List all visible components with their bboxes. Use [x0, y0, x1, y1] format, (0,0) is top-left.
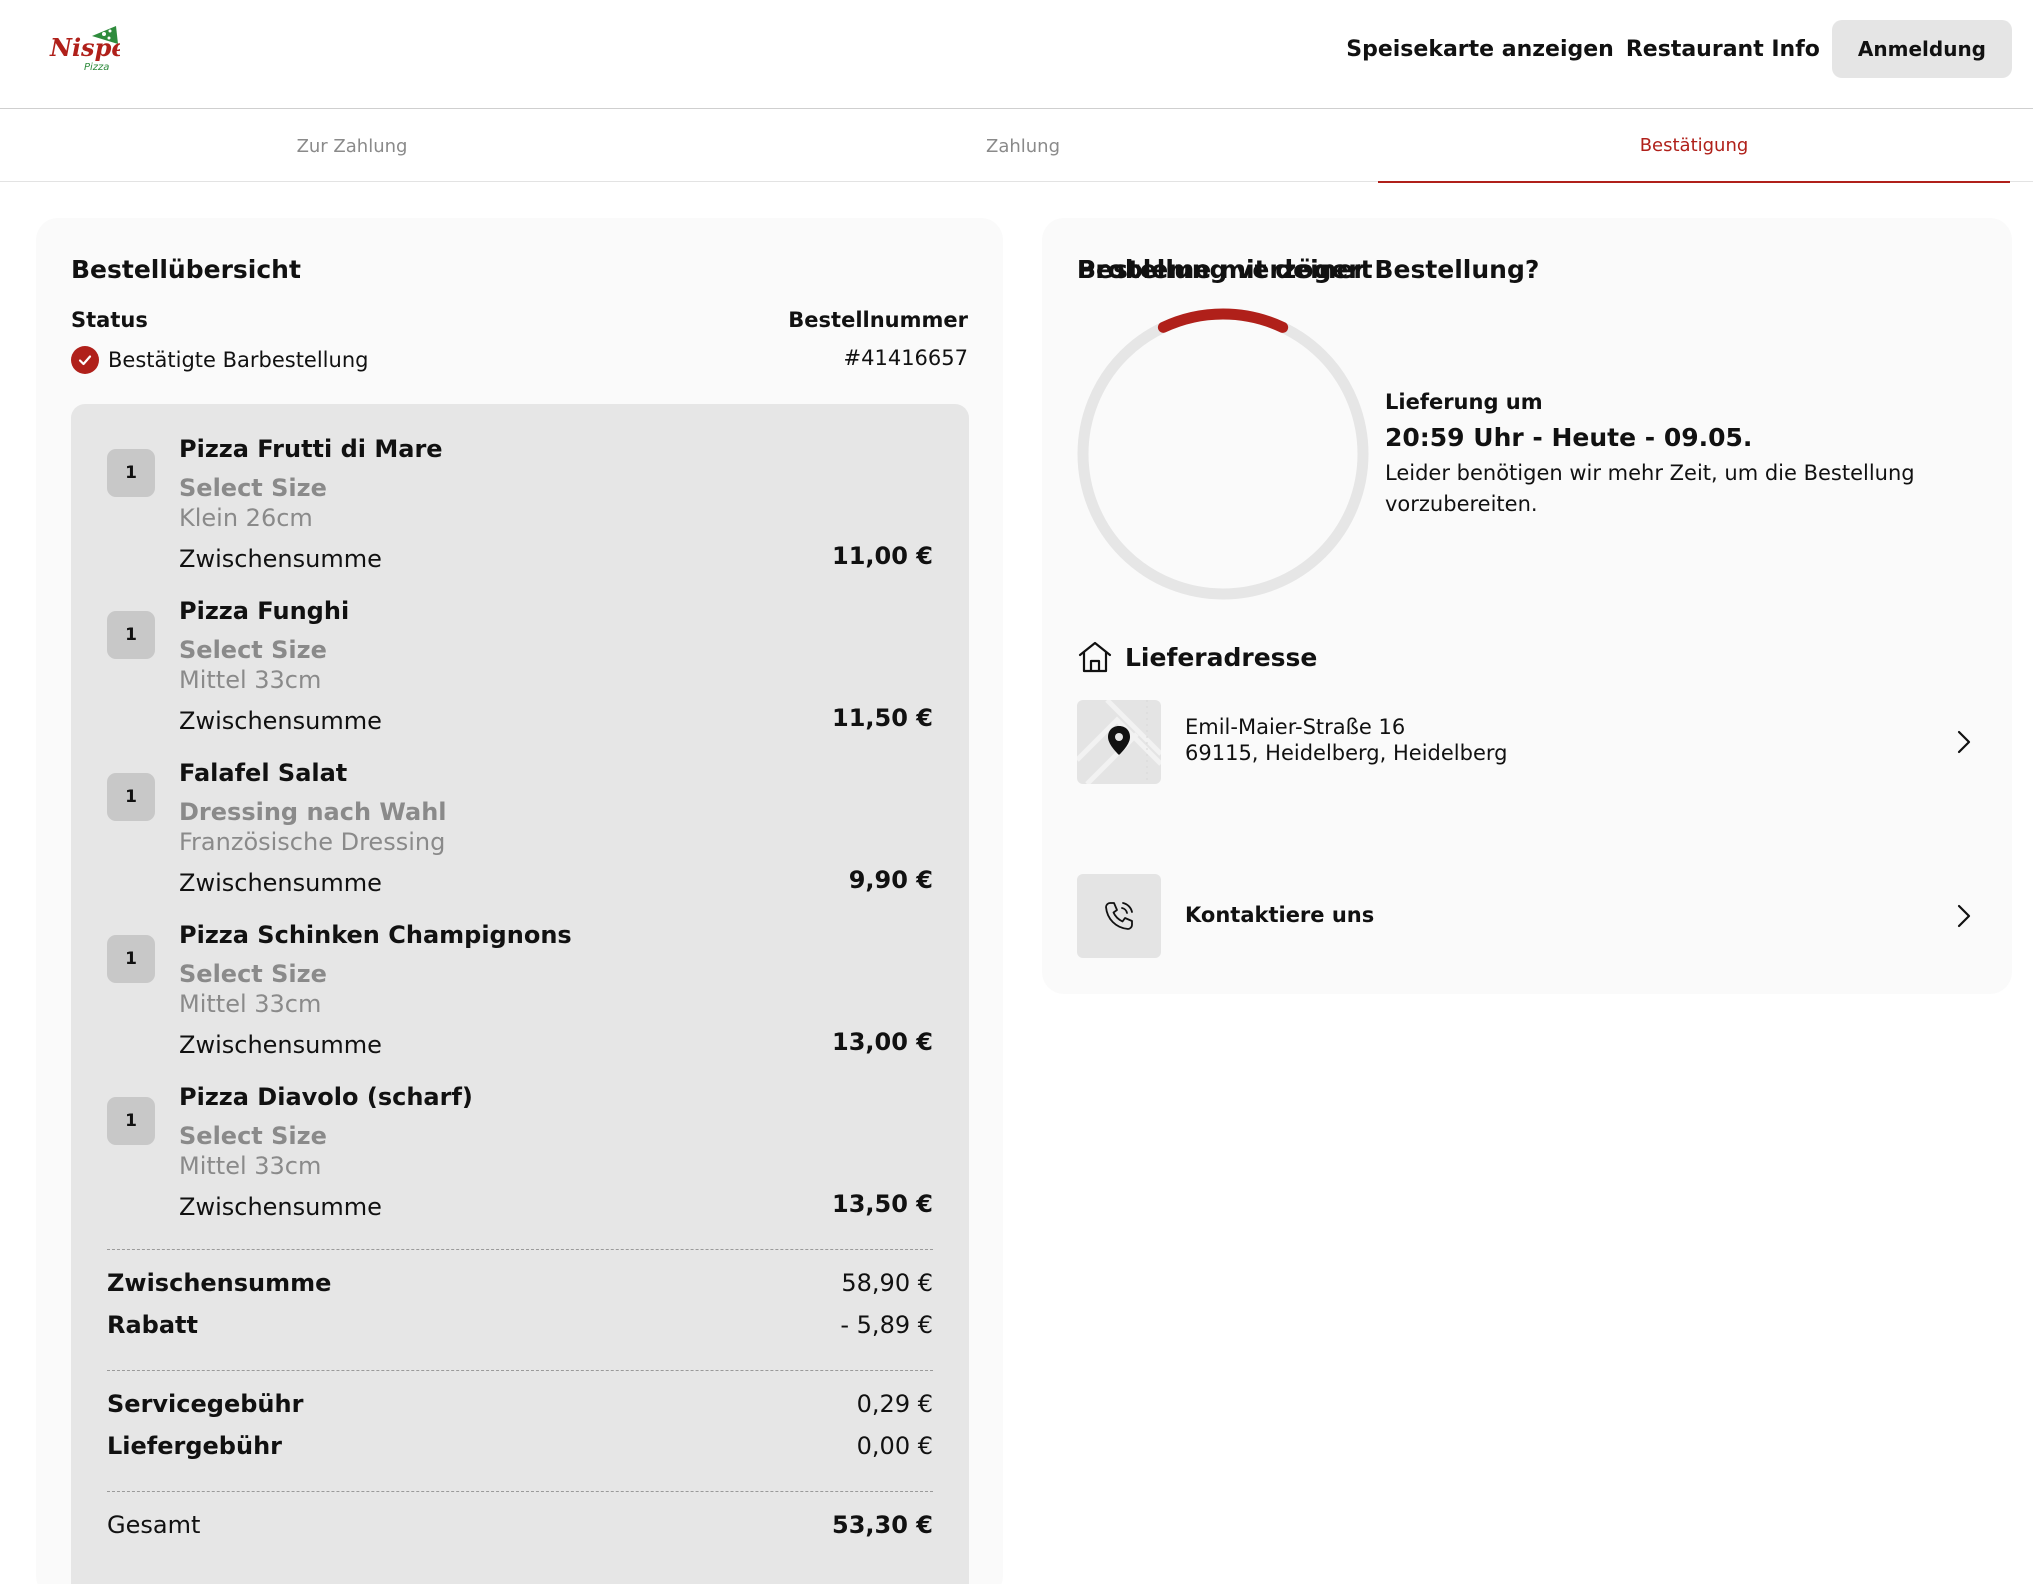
divider	[107, 1249, 933, 1250]
summary-discount-value: - 5,89 €	[840, 1311, 933, 1339]
item-subtotal: 11,00 €	[832, 542, 933, 570]
order-overview-card: Bestellübersicht Status Bestellnummer Be…	[36, 218, 1003, 1584]
item-quantity: 1	[107, 773, 155, 821]
item-quantity: 1	[107, 449, 155, 497]
summary-total-row: Gesamt 53,30 €	[107, 1511, 933, 1547]
location-pin-icon	[1108, 726, 1130, 755]
nav-restaurant-info-link[interactable]: Restaurant Info	[1626, 37, 1820, 62]
address-city: 69115, Heidelberg, Heidelberg	[1185, 741, 1508, 765]
order-item: 1 Pizza Schinken Champignons Select Size…	[107, 921, 933, 1071]
item-option-value: Mittel 33cm	[179, 1152, 322, 1180]
address-title: Lieferadresse	[1125, 642, 1318, 672]
delivery-time-value: 20:59 Uhr - Heute - 09.05.	[1385, 423, 1753, 452]
order-overview-title: Bestellübersicht	[71, 255, 301, 284]
item-subtotal: 13,00 €	[832, 1028, 933, 1056]
item-name: Pizza Schinken Champignons	[179, 921, 572, 949]
delivery-progress-ring	[1077, 308, 1369, 600]
item-subtotal-label: Zwischensumme	[179, 545, 382, 573]
item-option-value: Mittel 33cm	[179, 666, 322, 694]
svg-text:Pizza: Pizza	[84, 62, 109, 73]
status-label: Status	[71, 308, 148, 332]
summary-delivery-row: Liefergebühr 0,00 €	[107, 1432, 933, 1468]
phone-icon	[1105, 902, 1133, 930]
order-number: #41416657	[843, 346, 968, 370]
item-subtotal-label: Zwischensumme	[179, 1031, 382, 1059]
item-quantity: 1	[107, 611, 155, 659]
summary-delivery-label: Liefergebühr	[107, 1432, 282, 1460]
item-quantity: 1	[107, 935, 155, 983]
checkout-steps: Zur Zahlung Zahlung Bestätigung	[0, 110, 2033, 183]
step-confirmation[interactable]: Bestätigung	[1378, 110, 2010, 183]
divider	[107, 1370, 933, 1371]
item-subtotal-label: Zwischensumme	[179, 707, 382, 735]
order-item: 1 Falafel Salat Dressing nach Wahl Franz…	[107, 759, 933, 909]
item-option-value: Mittel 33cm	[179, 990, 322, 1018]
summary-subtotal-value: 58,90 €	[841, 1269, 933, 1297]
order-item: 1 Pizza Diavolo (scharf) Select Size Mit…	[107, 1083, 933, 1233]
home-icon	[1078, 641, 1112, 673]
summary-subtotal-row: Zwischensumme 58,90 €	[107, 1269, 933, 1305]
order-problem-title: Probleme mit deiner Bestellung?	[1077, 255, 1540, 284]
summary-service-row: Servicegebühr 0,29 €	[107, 1390, 933, 1426]
svg-text:Nispet: Nispet	[49, 33, 120, 62]
map-thumbnail[interactable]	[1077, 700, 1161, 784]
summary-total-label: Gesamt	[107, 1511, 201, 1539]
phone-icon-box[interactable]	[1077, 874, 1161, 958]
divider	[107, 1491, 933, 1492]
item-name: Pizza Frutti di Mare	[179, 435, 443, 463]
delivery-delay-note: Leider benötigen wir mehr Zeit, um die B…	[1385, 461, 1915, 516]
step-payment[interactable]: Zahlung	[707, 110, 1339, 182]
status-text: Bestätigte Barbestellung	[108, 348, 369, 372]
order-item: 1 Pizza Funghi Select Size Mittel 33cm Z…	[107, 597, 933, 747]
item-name: Pizza Funghi	[179, 597, 350, 625]
nav-menu-link[interactable]: Speisekarte anzeigen	[1346, 37, 1614, 62]
item-option-value: Klein 26cm	[179, 504, 313, 532]
item-name: Pizza Diavolo (scharf)	[179, 1083, 473, 1111]
summary-subtotal-label: Zwischensumme	[107, 1269, 332, 1297]
status-value: Bestätigte Barbestellung	[71, 346, 368, 374]
item-subtotal: 11,50 €	[832, 704, 933, 732]
item-option-label: Select Size	[179, 960, 327, 988]
summary-discount-row: Rabatt - 5,89 €	[107, 1311, 933, 1347]
order-items-box: 1 Pizza Frutti di Mare Select Size Klein…	[71, 404, 969, 1584]
chevron-right-icon[interactable]	[1951, 729, 1977, 755]
item-option-label: Dressing nach Wahl	[179, 798, 447, 826]
item-subtotal: 9,90 €	[848, 866, 933, 894]
delivery-status-card: Bestellung verzögert Lieferung um 20:59 …	[1042, 218, 2012, 994]
step-checkout[interactable]: Zur Zahlung	[36, 110, 668, 182]
order-number-label: Bestellnummer	[788, 308, 968, 332]
order-item: 1 Pizza Frutti di Mare Select Size Klein…	[107, 435, 933, 585]
summary-service-label: Servicegebühr	[107, 1390, 304, 1418]
summary-service-value: 0,29 €	[856, 1390, 933, 1418]
item-option-label: Select Size	[179, 474, 327, 502]
contact-us-link[interactable]: Kontaktiere uns	[1185, 903, 1374, 927]
delivery-time-label: Lieferung um	[1385, 390, 1543, 414]
item-option-label: Select Size	[179, 636, 327, 664]
item-subtotal: 13,50 €	[832, 1190, 933, 1218]
login-button[interactable]: Anmeldung	[1831, 20, 2012, 78]
header: Nispet Pizza Speisekarte anzeigen Restau…	[0, 0, 2033, 109]
chevron-right-icon[interactable]	[1951, 903, 1977, 929]
summary-discount-label: Rabatt	[107, 1311, 198, 1339]
summary-delivery-value: 0,00 €	[856, 1432, 933, 1460]
item-quantity: 1	[107, 1097, 155, 1145]
item-option-label: Select Size	[179, 1122, 327, 1150]
item-name: Falafel Salat	[179, 759, 348, 787]
check-circle-icon	[71, 346, 99, 374]
item-option-value: Französische Dressing	[179, 828, 446, 856]
address-street: Emil-Maier-Straße 16	[1185, 715, 1406, 739]
item-subtotal-label: Zwischensumme	[179, 1193, 382, 1221]
address-title-row: Lieferadresse	[1077, 640, 1317, 674]
top-nav: Speisekarte anzeigen Restaurant Info Anm…	[1346, 20, 2012, 78]
nispet-logo[interactable]: Nispet Pizza	[48, 22, 120, 74]
item-subtotal-label: Zwischensumme	[179, 869, 382, 897]
summary-total-value: 53,30 €	[832, 1511, 933, 1539]
